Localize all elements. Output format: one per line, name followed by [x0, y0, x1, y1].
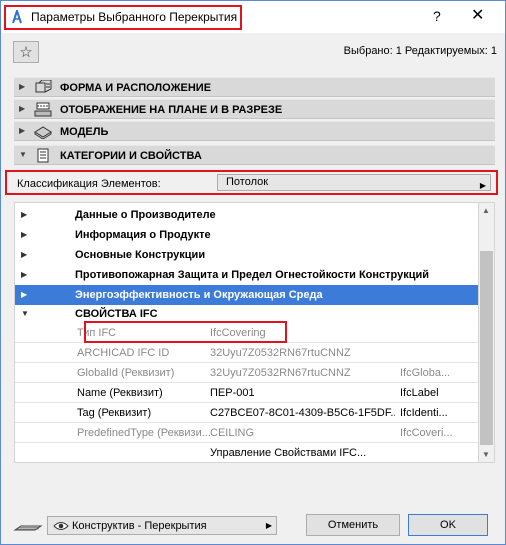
view-select[interactable]: Конструктив - Перекрытия ▶ [47, 516, 277, 535]
property-value: 32Uyu7Z0532RN67rtuCNNZ [210, 367, 351, 379]
ok-button[interactable]: OK [408, 514, 488, 536]
expand-arrow-icon: ▶ [19, 126, 26, 135]
property-name: Tag (Реквизит) [77, 407, 152, 419]
properties-tree[interactable]: ▶ Данные о Производителе ▶ Информация о … [14, 202, 479, 463]
expand-arrow-icon[interactable]: ▶ [21, 230, 27, 239]
tree-group-main-structures[interactable]: ▶ Основные Конструкции [15, 245, 478, 265]
group-label: Основные Конструкции [75, 249, 206, 261]
property-value: 32Uyu7Z0532RN67rtuCNNZ [210, 347, 351, 359]
expand-arrow-icon[interactable]: ▶ [21, 250, 27, 259]
property-row[interactable]: Name (Реквизит) ПЕР-001 IfcLabel [15, 383, 478, 403]
tree-group-energy-efficiency[interactable]: ▶ Энергоэффективность и Окружающая Среда [15, 285, 478, 305]
tree-group-product-info[interactable]: ▶ Информация о Продукте [15, 225, 478, 245]
section-label: КАТЕГОРИИ И СВОЙСТВА [60, 150, 202, 162]
model-icon [34, 126, 52, 139]
cancel-button[interactable]: Отменить [306, 514, 400, 536]
dropdown-arrow-icon: ▶ [479, 181, 486, 190]
property-name: GlobalId (Реквизит) [77, 367, 175, 379]
selection-count: Выбрано: 1 Редактируемых: 1 [343, 45, 497, 57]
group-label: Энергоэффективность и Окружающая Среда [75, 289, 323, 301]
property-row[interactable]: Tag (Реквизит) C27BCE07-8C01-4309-B5C6-1… [15, 403, 478, 423]
collapse-arrow-icon: ▼ [19, 150, 27, 159]
ifc-type-highlight-box [84, 321, 287, 343]
floor-plan-icon [34, 102, 52, 117]
eye-icon [53, 522, 69, 530]
property-type: IfcCoveri... [400, 427, 453, 439]
section-label: МОДЕЛЬ [60, 126, 109, 138]
scroll-down-icon[interactable]: ▼ [482, 450, 490, 459]
expand-arrow-icon: ▶ [19, 82, 26, 91]
section-label: ОТОБРАЖЕНИЕ НА ПЛАНЕ И В РАЗРЕЗЕ [60, 104, 283, 116]
property-type: IfcGloba... [400, 367, 451, 379]
property-value: CEILING [210, 427, 255, 439]
property-type: IfcIdenti... [400, 407, 448, 419]
property-name: PredefinedType (Реквизи... [77, 427, 211, 439]
classification-row: Классификация Элементов: Потолок ▶ [5, 170, 498, 195]
tree-group-manufacturer[interactable]: ▶ Данные о Производителе [15, 205, 478, 225]
group-label: Противопожарная Защита и Предел Огнестой… [75, 269, 430, 281]
group-label: СВОЙСТВА IFC [75, 308, 158, 320]
view-select-value: Конструктив - Перекрытия [72, 520, 207, 532]
dropdown-arrow-icon: ▶ [265, 521, 272, 530]
property-row[interactable]: ARCHICAD IFC ID 32Uyu7Z0532RN67rtuCNNZ [15, 343, 478, 363]
view-map-icon [13, 525, 43, 531]
section-categories[interactable]: ▼ КАТЕГОРИИ И СВОЙСТВА [14, 145, 495, 165]
close-button[interactable]: ✕ [471, 5, 484, 25]
help-button[interactable]: ? [433, 8, 441, 24]
manage-ifc-row[interactable]: Управление Свойствами IFC... [15, 443, 478, 462]
manage-ifc-properties-link[interactable]: Управление Свойствами IFC... [210, 447, 395, 459]
property-name: Name (Реквизит) [77, 387, 163, 399]
title-bar: Параметры Выбранного Перекрытия ? ✕ [1, 1, 505, 33]
tree-scrollbar[interactable]: ▲ ▼ [479, 202, 495, 463]
favorites-button[interactable]: ☆ [13, 41, 39, 63]
categories-icon [37, 148, 49, 163]
expand-arrow-icon[interactable]: ▶ [21, 290, 27, 299]
group-label: Данные о Производителе [75, 209, 216, 221]
section-label: ФОРМА И РАСПОЛОЖЕНИЕ [60, 82, 212, 94]
group-label: Информация о Продукте [75, 229, 211, 241]
tree-group-fire-protection[interactable]: ▶ Противопожарная Защита и Предел Огнест… [15, 265, 478, 285]
expand-arrow-icon[interactable]: ▶ [21, 270, 27, 279]
property-type: IfcLabel [400, 387, 439, 399]
shape-position-icon [35, 80, 52, 93]
classification-label: Классификация Элементов: [17, 178, 161, 190]
property-value[interactable]: ПЕР-001 [210, 387, 395, 399]
dialog-window: Параметры Выбранного Перекрытия ? ✕ ☆ Вы… [0, 0, 506, 545]
title-highlight-box [4, 5, 242, 30]
property-row[interactable]: PredefinedType (Реквизи... CEILING IfcCo… [15, 423, 478, 443]
classification-value: Потолок [226, 176, 269, 188]
section-floor-plan[interactable]: ▶ ОТОБРАЖЕНИЕ НА ПЛАНЕ И В РАЗРЕЗЕ [14, 99, 495, 119]
property-row[interactable]: GlobalId (Реквизит) 32Uyu7Z0532RN67rtuCN… [15, 363, 478, 383]
classification-select[interactable]: Потолок ▶ [217, 174, 491, 191]
property-name: ARCHICAD IFC ID [77, 347, 170, 359]
section-model[interactable]: ▶ МОДЕЛЬ [14, 121, 495, 141]
star-icon: ☆ [19, 44, 33, 61]
expand-arrow-icon[interactable]: ▶ [21, 210, 27, 219]
property-value[interactable]: C27BCE07-8C01-4309-B5C6-1F5DF... [210, 407, 395, 419]
section-shape-position[interactable]: ▶ ФОРМА И РАСПОЛОЖЕНИЕ [14, 77, 495, 97]
collapse-arrow-icon[interactable]: ▼ [21, 309, 29, 318]
scroll-up-icon[interactable]: ▲ [482, 206, 490, 215]
expand-arrow-icon: ▶ [19, 104, 26, 113]
scrollbar-thumb[interactable] [480, 251, 493, 445]
